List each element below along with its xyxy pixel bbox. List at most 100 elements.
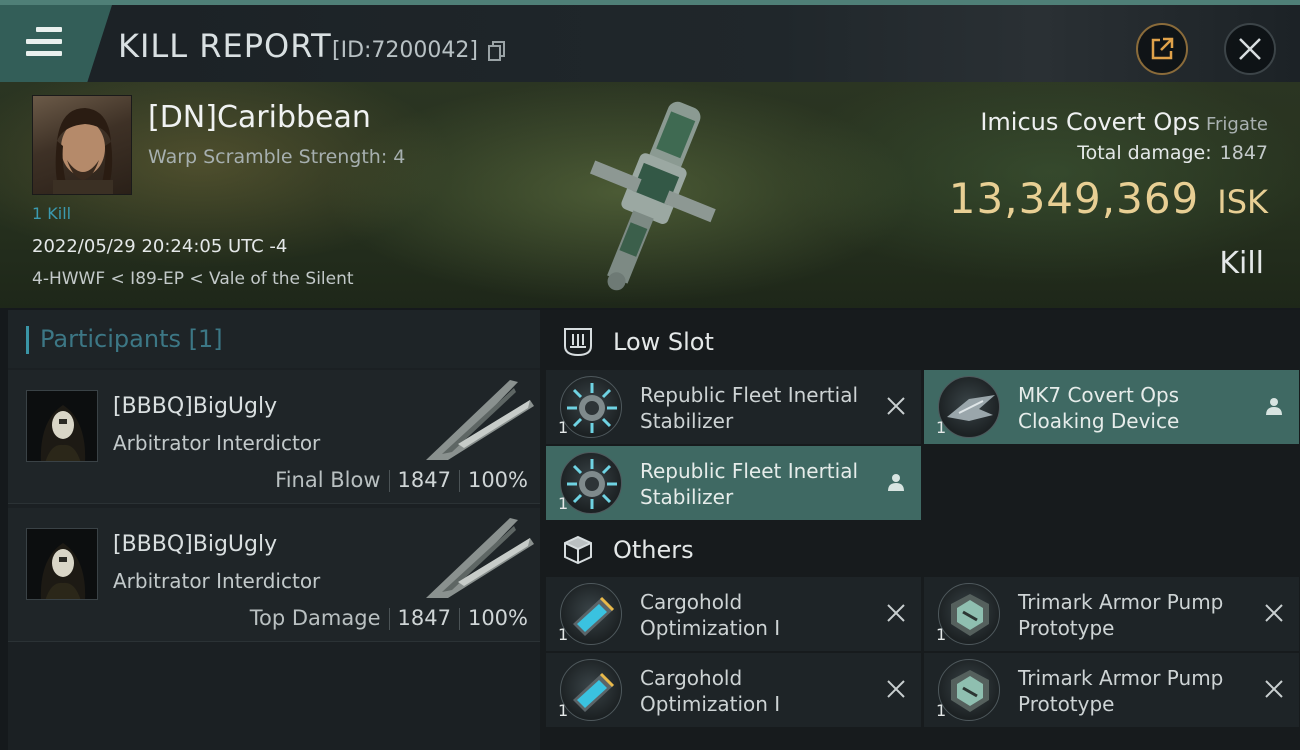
- share-icon: [1151, 37, 1174, 60]
- others-header: Others: [540, 520, 1300, 580]
- participant-name[interactable]: [BBBQ]BigUgly: [113, 532, 277, 557]
- close-button[interactable]: [1224, 23, 1276, 75]
- participant-role: Top Damage: [249, 606, 381, 630]
- header-bar: KILL REPORT [ID:7200042]: [0, 0, 1300, 82]
- module-item[interactable]: 1 Cargohold Optimization I: [546, 653, 921, 727]
- participant-avatar[interactable]: [26, 390, 98, 462]
- stat-divider: [388, 470, 390, 492]
- participant-stats: Final Blow 1847 100%: [275, 468, 528, 492]
- victim-ship-image: [589, 101, 716, 291]
- pilot-portrait-image: [53, 108, 113, 194]
- module-name: Trimark Armor Pump Prototype: [1018, 665, 1248, 717]
- module-name: Republic Fleet Inertial Stabilizer: [640, 382, 870, 434]
- close-icon: [1239, 38, 1261, 60]
- victim-ship-name: Imicus Covert Ops: [980, 108, 1200, 136]
- victim-pilot-name[interactable]: [DN]Caribbean: [148, 100, 371, 135]
- participant-row[interactable]: [BBBQ]BigUgly Arbitrator Interdictor Top…: [8, 508, 540, 642]
- cargohold-optimization-icon: [560, 659, 622, 721]
- stat-divider: [458, 608, 460, 630]
- module-item[interactable]: 1 Republic Fleet Inertial Stabilizer: [546, 370, 921, 444]
- dropped-person-icon: [1266, 398, 1282, 415]
- participants-header: Participants [1]: [8, 310, 540, 368]
- stat-divider: [388, 608, 390, 630]
- kill-count: 1 Kill: [32, 204, 72, 223]
- module-quantity: 1: [558, 494, 569, 513]
- module-item[interactable]: 1 Trimark Armor Pump Prototype: [924, 577, 1299, 651]
- total-damage: Total damage: 1847: [1077, 142, 1268, 164]
- module-item[interactable]: 1 MK7 Covert Ops Cloaking Device: [924, 370, 1299, 444]
- module-name-line1: Republic Fleet Inertial: [640, 459, 859, 483]
- hooded-avatar-image: [40, 543, 86, 599]
- module-name-line2: Stabilizer: [640, 409, 734, 433]
- inertial-stabilizer-icon: [560, 376, 622, 438]
- module-item[interactable]: 1 Cargohold Optimization I: [546, 577, 921, 651]
- module-name-line1: MK7 Covert Ops: [1018, 383, 1180, 407]
- isk-amount: 13,349,369: [948, 174, 1200, 223]
- kill-result: Kill: [1219, 246, 1264, 281]
- participants-panel: Participants [1] [BBBQ]BigUgly Arbitrato…: [8, 310, 540, 750]
- hamburger-icon: [26, 27, 62, 63]
- destroyed-icon: [887, 604, 905, 622]
- participant-row[interactable]: [BBBQ]BigUgly Arbitrator Interdictor Fin…: [8, 370, 540, 504]
- menu-button[interactable]: [0, 5, 112, 82]
- armor-pump-icon: [938, 583, 1000, 645]
- participant-ship: Arbitrator Interdictor: [113, 431, 321, 455]
- low-slot-icon: [564, 328, 592, 357]
- participant-avatar[interactable]: [26, 528, 98, 600]
- victim-portrait[interactable]: [32, 95, 132, 195]
- participant-name[interactable]: [BBBQ]BigUgly: [113, 394, 277, 419]
- destroyed-icon: [887, 397, 905, 415]
- copy-icon[interactable]: [488, 41, 506, 61]
- inertial-stabilizer-icon: [560, 452, 622, 514]
- participant-ship: Arbitrator Interdictor: [113, 569, 321, 593]
- dropped-person-icon: [888, 474, 904, 491]
- module-quantity: 1: [936, 625, 947, 644]
- isk-value: 13,349,369 ISK: [949, 174, 1268, 223]
- victim-ship[interactable]: Imicus Covert Ops Frigate: [980, 108, 1268, 136]
- module-quantity: 1: [558, 701, 569, 720]
- victim-banner: [DN]Caribbean Warp Scramble Strength: 4 …: [0, 82, 1300, 308]
- victim-ship-class: Frigate: [1205, 114, 1268, 135]
- module-name-line2: Stabilizer: [640, 485, 734, 509]
- module-name-line1: Cargohold: [640, 666, 743, 690]
- module-name-line2: Prototype: [1018, 616, 1115, 640]
- cloaking-device-icon: [938, 376, 1000, 438]
- header-accent: [26, 326, 29, 354]
- module-item[interactable]: 1 Republic Fleet Inertial Stabilizer: [546, 446, 921, 520]
- low-slot-title: Low Slot: [613, 328, 714, 356]
- destroyed-icon: [1265, 680, 1283, 698]
- cargohold-optimization-icon: [560, 583, 622, 645]
- others-title: Others: [613, 536, 694, 564]
- participant-stats: Top Damage 1847 100%: [250, 606, 528, 630]
- kill-location[interactable]: 4-HWWF < I89-EP < Vale of the Silent: [32, 269, 354, 289]
- participant-ship-image: [426, 380, 534, 460]
- stat-divider: [458, 470, 460, 492]
- destroyed-icon: [1265, 604, 1283, 622]
- low-slot-header: Low Slot: [540, 312, 1300, 372]
- module-quantity: 1: [558, 418, 569, 437]
- module-name: MK7 Covert Ops Cloaking Device: [1018, 382, 1248, 434]
- share-button[interactable]: [1136, 23, 1188, 75]
- module-name: Republic Fleet Inertial Stabilizer: [640, 458, 870, 510]
- total-damage-label: Total damage:: [1077, 142, 1212, 164]
- page-title: KILL REPORT: [118, 27, 332, 65]
- module-name-line2: Optimization I: [640, 692, 781, 716]
- module-item[interactable]: 1 Trimark Armor Pump Prototype: [924, 653, 1299, 727]
- warp-scramble-strength: Warp Scramble Strength: 4: [148, 146, 406, 168]
- total-damage-value: 1847: [1219, 142, 1268, 164]
- module-name-line1: Trimark Armor Pump: [1018, 590, 1224, 614]
- module-quantity: 1: [936, 701, 947, 720]
- module-name: Cargohold Optimization I: [640, 665, 870, 717]
- module-name-line2: Prototype: [1018, 692, 1115, 716]
- cargo-box-icon: [564, 535, 592, 565]
- participant-percent: 100%: [467, 468, 528, 492]
- module-name-line1: Trimark Armor Pump: [1018, 666, 1224, 690]
- destroyed-icon: [887, 680, 905, 698]
- kill-datetime: 2022/05/29 20:24:05 UTC -4: [32, 236, 288, 257]
- participants-title: Participants [1]: [40, 325, 223, 353]
- participant-role: Final Blow: [275, 468, 381, 492]
- module-quantity: 1: [936, 418, 947, 437]
- report-id: [ID:7200042]: [332, 38, 478, 63]
- module-name-line1: Republic Fleet Inertial: [640, 383, 859, 407]
- module-quantity: 1: [558, 625, 569, 644]
